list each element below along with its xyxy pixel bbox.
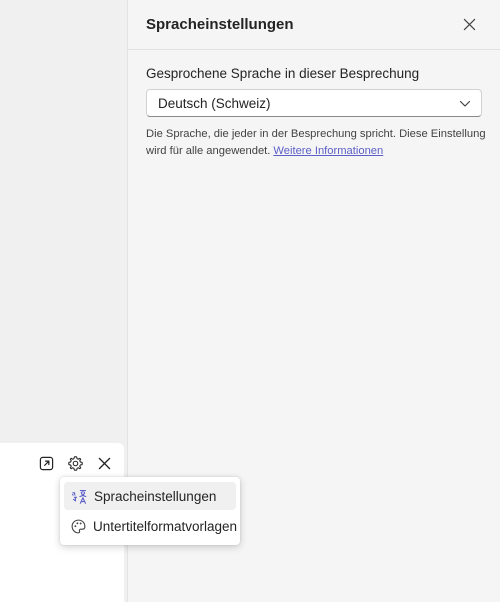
menu-item-caption-styles[interactable]: Untertitelformatvorlagen xyxy=(64,512,238,540)
chevron-down-icon xyxy=(459,100,471,107)
close-captions-button[interactable] xyxy=(94,453,115,474)
panel-header: Spracheinstellungen xyxy=(128,0,500,50)
more-info-link[interactable]: Weitere Informationen xyxy=(273,145,383,157)
close-icon xyxy=(98,457,111,469)
captions-settings-menu: a Spracheinstellungen Untertitelformatvo… xyxy=(60,477,240,545)
spoken-language-select[interactable]: Deutsch (Schweiz) xyxy=(146,89,482,117)
menu-item-language-settings[interactable]: a Spracheinstellungen xyxy=(64,482,236,510)
menu-item-label: Spracheinstellungen xyxy=(94,488,217,504)
panel-title: Spracheinstellungen xyxy=(146,16,294,33)
palette-icon xyxy=(70,517,87,535)
language-icon: a xyxy=(70,487,88,505)
pop-out-icon xyxy=(39,456,54,470)
menu-item-label: Untertitelformatvorlagen xyxy=(93,518,238,534)
help-text: Die Sprache, die jeder in der Besprechun… xyxy=(146,126,486,160)
captions-toolbar xyxy=(36,451,115,475)
pop-out-button[interactable] xyxy=(36,453,57,474)
close-panel-button[interactable] xyxy=(460,15,478,33)
gear-icon xyxy=(68,455,83,471)
svg-text:a: a xyxy=(71,490,75,497)
spoken-language-label: Gesprochene Sprache in dieser Besprechun… xyxy=(146,66,420,81)
spoken-language-value: Deutsch (Schweiz) xyxy=(158,96,271,111)
close-icon xyxy=(463,18,475,30)
settings-button[interactable] xyxy=(65,453,86,474)
